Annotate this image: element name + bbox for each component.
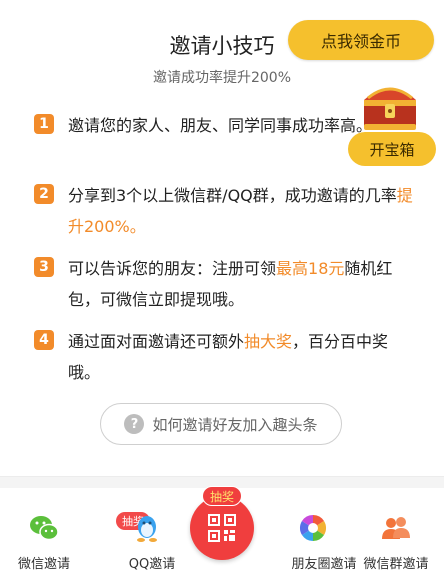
qr-code-icon [208, 514, 236, 542]
wechat-group-invite-label: 微信群邀请 [363, 557, 429, 572]
qq-penguin-icon [137, 516, 157, 542]
claim-coins-button[interactable]: 点我领金币 [288, 20, 434, 60]
tip-text: 分享到3个以上微信群/QQ群，成功邀请的几率提升200%。 [68, 180, 414, 242]
tip-text: 可以告诉您的朋友：注册可领最高18元随机红包，可微信立即提现哦。 [68, 253, 414, 315]
tip-text: 通过面对面邀请还可额外抽大奖，百分百中奖哦。 [68, 326, 414, 388]
wechat-icon [30, 516, 59, 541]
tip-number: 4 [34, 330, 54, 350]
tip-text-part: 邀请您的家人、朋友、同学同事成功率高。 [68, 116, 373, 135]
tip-number: 1 [34, 114, 54, 134]
how-to-invite-label: 如何邀请好友加入趣头条 [152, 415, 318, 434]
wechat-invite-label: 微信邀请 [17, 557, 70, 572]
wechat-invite-button[interactable]: 微信邀请 [0, 488, 88, 578]
tip-text-part: 可以告诉您的朋友：注册可领 [68, 259, 277, 278]
how-to-invite-button[interactable]: ? 如何邀请好友加入趣头条 [100, 403, 342, 445]
tip-number: 3 [34, 257, 54, 277]
tip-highlight: 最高18元 [276, 259, 345, 278]
camera-aperture-icon [299, 514, 327, 542]
tip-number: 2 [34, 184, 54, 204]
wechat-group-invite-button[interactable]: 微信群邀请 [352, 488, 440, 578]
qq-invite-button[interactable]: 抽奖 QQ邀请 [98, 488, 186, 578]
tip-text-part: 通过面对面邀请还可额外 [68, 332, 245, 351]
tip-highlight: 抽大奖 [244, 332, 293, 351]
qq-invite-label: QQ邀请 [128, 557, 176, 572]
tip-text-part: 分享到3个以上微信群/QQ群，成功邀请的几率 [68, 186, 397, 205]
question-circle-icon: ? [124, 414, 145, 434]
moments-invite-button[interactable]: 朋友圈邀请 [266, 488, 357, 578]
tip-text: 邀请您的家人、朋友、同学同事成功率高。 [68, 110, 414, 141]
face-to-face-qr-button[interactable]: 抽奖 [190, 486, 254, 560]
people-group-icon [382, 517, 410, 539]
lottery-badge: 抽奖 [202, 486, 242, 506]
